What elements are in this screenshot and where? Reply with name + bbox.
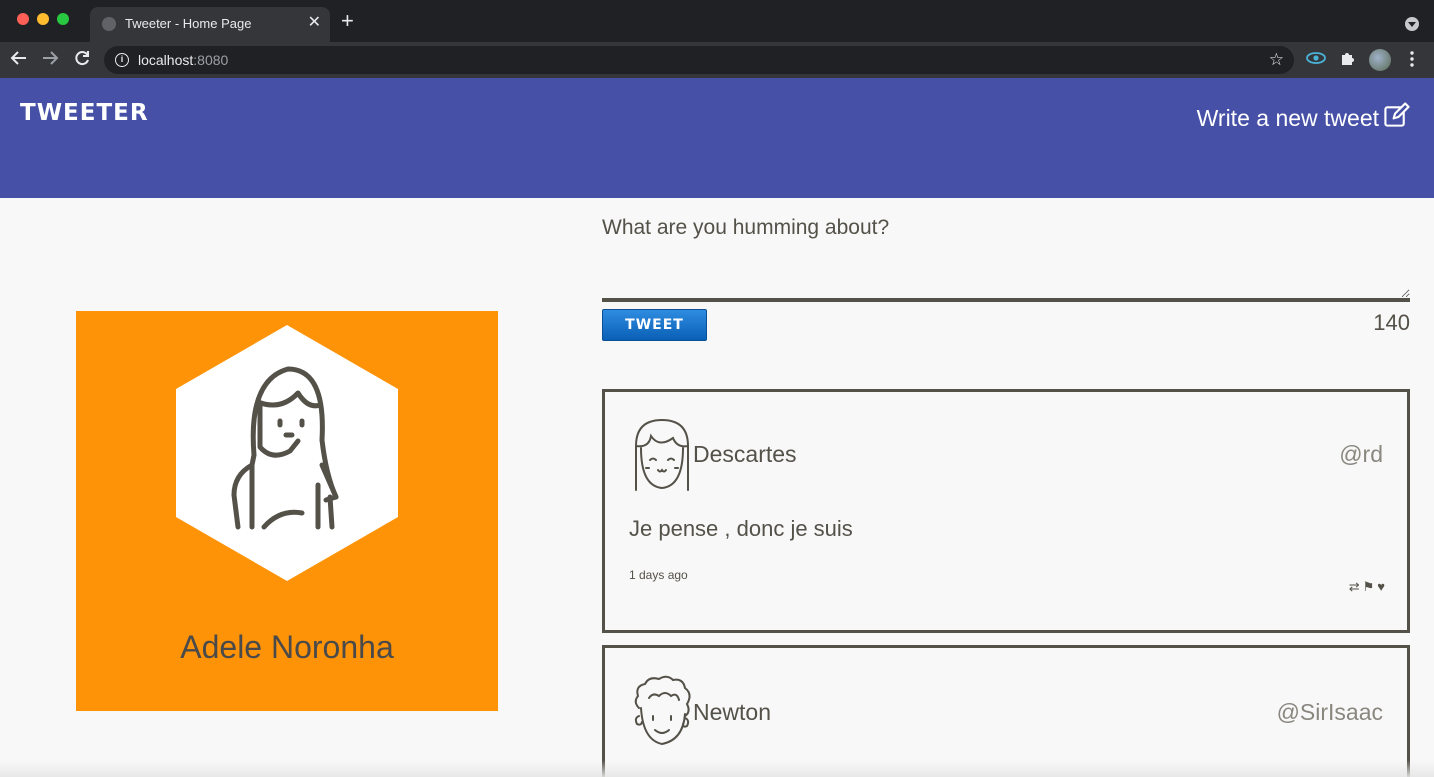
curly-hair-avatar-icon — [631, 674, 693, 752]
tweet-timestamp: 1 days ago — [629, 568, 688, 582]
girl-avatar-icon — [176, 325, 398, 586]
tweet-card: Newton @SirIsaac — [602, 645, 1410, 777]
minimize-window-button[interactable] — [37, 13, 49, 25]
write-new-tweet-link[interactable]: Write a new tweet — [1197, 102, 1410, 135]
puzzle-extension-icon[interactable] — [1340, 50, 1356, 69]
girl-bangs-avatar-icon — [631, 416, 693, 494]
tweet-card: Descartes @rd Je pense , donc je suis 1 … — [602, 389, 1410, 633]
tweet-textarea[interactable] — [602, 210, 1410, 302]
url-text: localhost:8080 — [138, 52, 229, 68]
close-window-button[interactable] — [17, 13, 29, 25]
tab-search-icon[interactable] — [1405, 17, 1419, 31]
profile-icon[interactable] — [1369, 49, 1391, 71]
character-counter: 140 — [1373, 310, 1410, 335]
tab-title: Tweeter - Home Page — [125, 16, 252, 31]
globe-icon — [102, 17, 116, 31]
tweet-text: Je pense , donc je suis — [629, 516, 853, 541]
eye-extension-icon[interactable] — [1306, 51, 1326, 68]
new-tab-button[interactable]: + — [341, 9, 354, 33]
tweet-author-handle: @rd — [1339, 441, 1383, 467]
kebab-menu-icon[interactable] — [1409, 50, 1415, 71]
tweet-actions: ⇄ ⚑ ♥ — [1349, 579, 1385, 595]
tweet-author-name: Descartes — [693, 441, 797, 467]
zoom-window-button[interactable] — [57, 13, 69, 25]
compose-form: TWEET 140 — [602, 210, 1410, 341]
site-logo[interactable]: TWEETER — [20, 100, 149, 126]
browser-tab[interactable]: Tweeter - Home Page ✕ — [90, 7, 330, 42]
tweet-author-handle: @SirIsaac — [1276, 699, 1383, 725]
tab-close-icon[interactable]: ✕ — [308, 14, 321, 32]
profile-card: Adele Noronha — [76, 311, 498, 711]
forward-icon[interactable] — [40, 48, 60, 73]
browser-toolbar: i localhost:8080 ☆ — [0, 42, 1434, 78]
star-icon[interactable]: ☆ — [1269, 50, 1284, 70]
scroll-fade — [0, 760, 1434, 777]
reload-icon[interactable] — [72, 48, 92, 73]
heart-icon[interactable]: ♥ — [1377, 579, 1385, 595]
address-bar[interactable]: i localhost:8080 ☆ — [104, 46, 1294, 74]
write-new-tweet-label: Write a new tweet — [1196, 105, 1379, 131]
site-header: TWEETER Write a new tweet — [0, 78, 1434, 198]
profile-name: Adele Noronha — [180, 629, 394, 665]
info-icon[interactable]: i — [115, 53, 129, 67]
flag-icon[interactable]: ⚑ — [1363, 579, 1375, 595]
edit-icon — [1383, 102, 1410, 135]
retweet-icon[interactable]: ⇄ — [1349, 579, 1360, 595]
tweet-button[interactable]: TWEET — [602, 309, 707, 341]
browser-tab-bar: Tweeter - Home Page ✕ + — [0, 0, 1434, 42]
tweet-author-name: Newton — [693, 699, 771, 725]
back-icon[interactable] — [9, 48, 29, 73]
